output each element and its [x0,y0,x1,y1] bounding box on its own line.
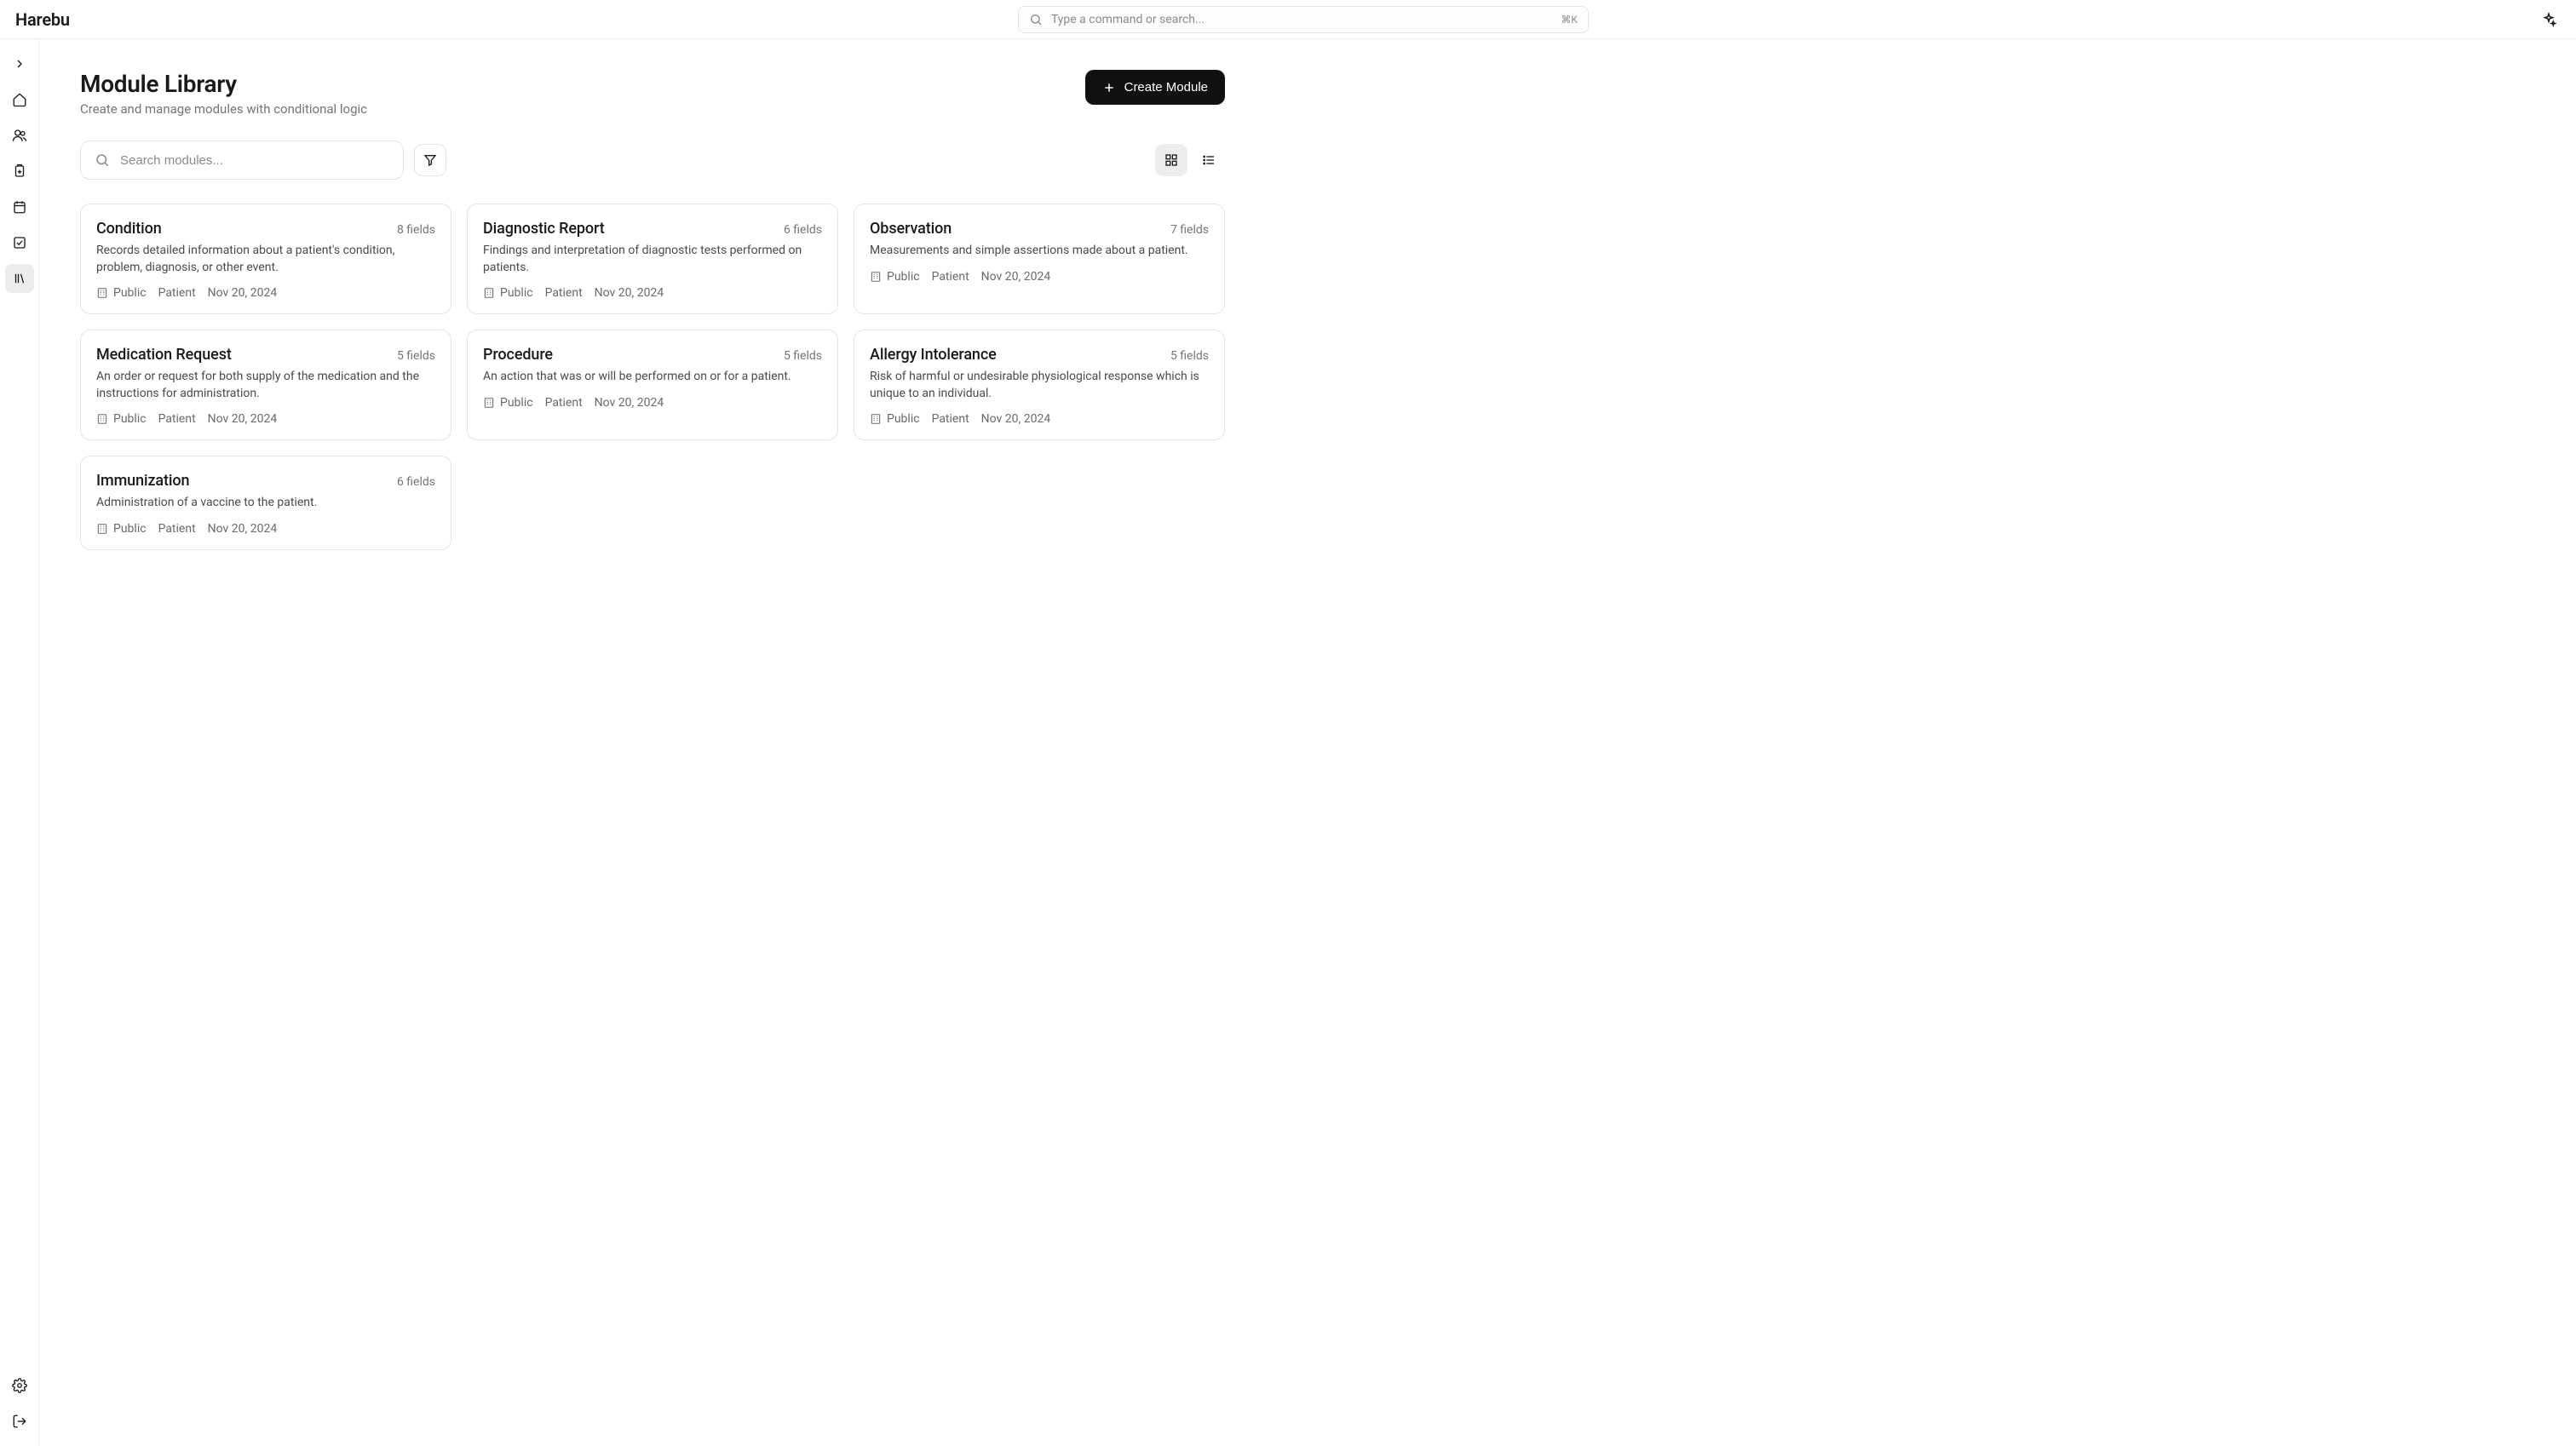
view-list-button[interactable] [1193,144,1225,176]
app-logo[interactable]: Harebu [15,9,70,30]
module-card[interactable]: Condition 8 fields Records detailed info… [80,204,451,314]
search-icon [1029,13,1043,26]
command-search-kbd: ⌘K [1561,14,1578,26]
module-card[interactable]: Procedure 5 fields An action that was or… [467,330,838,440]
sidebar [0,39,39,1446]
module-card-fields: 5 fields [397,349,435,363]
grid-icon [1164,153,1178,167]
sidebar-expand[interactable] [5,49,34,78]
module-card-title: Allergy Intolerance [870,346,997,364]
module-card-date: Nov 20, 2024 [208,522,278,536]
chevron-right-icon [13,57,26,71]
module-card-date: Nov 20, 2024 [208,412,278,426]
module-card-title: Diagnostic Report [483,220,605,238]
main-content: Module Library Create and manage modules… [39,39,1266,1446]
page-subtitle: Create and manage modules with condition… [80,101,367,117]
building-icon [96,287,108,299]
module-card-visibility: Public [483,286,533,300]
sidebar-item-calendar[interactable] [5,192,34,221]
module-card-ref: Patient [158,412,196,426]
filter-icon [423,153,437,167]
gear-icon [12,1378,27,1393]
create-module-button[interactable]: Create Module [1085,70,1225,105]
module-card-date: Nov 20, 2024 [981,270,1051,284]
building-icon [96,413,108,425]
module-card-description: Risk of harmful or undesirable physiolog… [870,369,1209,402]
search-modules[interactable] [80,141,404,180]
building-icon [483,397,495,409]
module-card-date: Nov 20, 2024 [595,396,664,410]
clipboard-plus-icon [12,164,27,179]
page-title: Module Library [80,70,367,98]
module-card[interactable]: Diagnostic Report 6 fields Findings and … [467,204,838,314]
sidebar-item-settings[interactable] [5,1371,34,1400]
module-card-visibility: Public [96,412,147,426]
module-card-ref: Patient [545,286,583,300]
search-icon [95,152,110,168]
search-modules-input[interactable] [120,153,389,168]
module-card-date: Nov 20, 2024 [595,286,664,300]
module-card-visibility: Public [96,522,147,536]
module-card-ref: Patient [158,522,196,536]
module-card-title: Condition [96,220,162,238]
sidebar-item-records[interactable] [5,157,34,186]
modules-grid: Condition 8 fields Records detailed info… [80,204,1225,550]
filter-button[interactable] [414,144,446,176]
sidebar-item-library[interactable] [5,264,34,293]
view-grid-button[interactable] [1155,144,1187,176]
module-card-description: Measurements and simple assertions made … [870,243,1209,260]
library-icon [12,271,27,286]
module-card[interactable]: Medication Request 5 fields An order or … [80,330,451,440]
module-card-ref: Patient [545,396,583,410]
module-card[interactable]: Observation 7 fields Measurements and si… [854,204,1225,314]
module-card-ref: Patient [932,412,969,426]
users-icon [12,128,27,143]
module-card-ref: Patient [932,270,969,284]
plus-icon [1102,81,1116,95]
module-card-fields: 6 fields [397,475,435,489]
module-card-title: Medication Request [96,346,232,364]
list-icon [1202,153,1216,167]
sparkle-icon [2541,12,2556,27]
create-module-label: Create Module [1124,80,1208,95]
module-card[interactable]: Allergy Intolerance 5 fields Risk of har… [854,330,1225,440]
module-card-date: Nov 20, 2024 [981,412,1051,426]
home-icon [12,92,27,107]
module-card-title: Observation [870,220,952,238]
sidebar-item-patients[interactable] [5,121,34,150]
module-card-description: An order or request for both supply of t… [96,369,435,402]
module-card-description: Records detailed information about a pat… [96,243,435,276]
module-card[interactable]: Immunization 6 fields Administration of … [80,456,451,550]
module-card-ref: Patient [158,286,196,300]
module-card-visibility: Public [96,286,147,300]
module-card-fields: 7 fields [1170,223,1209,237]
sidebar-item-home[interactable] [5,85,34,114]
module-card-fields: 5 fields [1170,349,1209,363]
module-card-date: Nov 20, 2024 [208,286,278,300]
topbar: Harebu Type a command or search... ⌘K [0,0,2576,39]
command-search-placeholder: Type a command or search... [1051,13,1205,26]
module-card-description: Administration of a vaccine to the patie… [96,495,435,512]
calendar-icon [12,199,27,215]
sidebar-item-logout[interactable] [5,1407,34,1436]
module-card-title: Immunization [96,472,189,490]
module-card-visibility: Public [870,412,920,426]
building-icon [96,523,108,535]
command-search[interactable]: Type a command or search... ⌘K [1018,6,1589,33]
module-card-description: Findings and interpretation of diagnosti… [483,243,822,276]
building-icon [483,287,495,299]
module-card-fields: 8 fields [397,223,435,237]
module-card-title: Procedure [483,346,553,364]
ai-sparkle-button[interactable] [2537,8,2561,32]
module-card-description: An action that was or will be performed … [483,369,822,386]
sidebar-item-tasks[interactable] [5,228,34,257]
module-card-fields: 5 fields [784,349,822,363]
building-icon [870,271,882,283]
module-card-visibility: Public [870,270,920,284]
building-icon [870,413,882,425]
logout-icon [12,1414,27,1429]
module-card-fields: 6 fields [784,223,822,237]
module-card-visibility: Public [483,396,533,410]
check-square-icon [12,235,27,250]
